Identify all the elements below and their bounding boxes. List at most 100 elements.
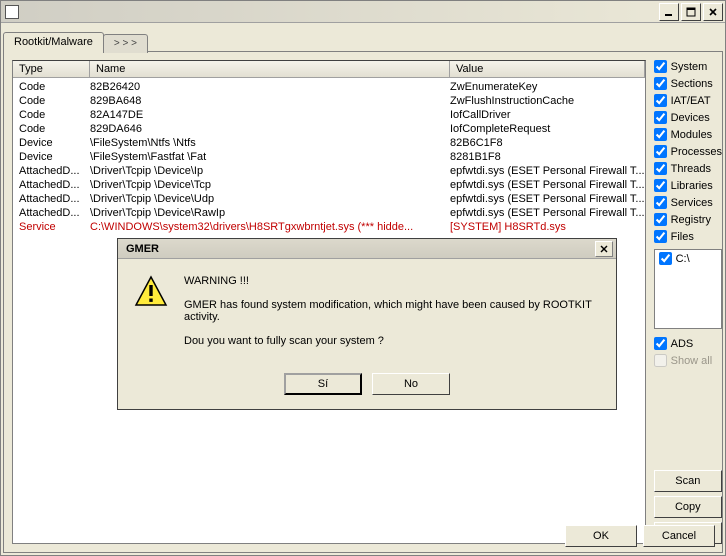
- chk-libraries[interactable]: Libraries: [654, 179, 722, 192]
- chk-modules[interactable]: Modules: [654, 128, 722, 141]
- chk-drive-c[interactable]: C:\: [659, 252, 717, 265]
- main-window: Rootkit/Malware > > > Type Name Value Co…: [0, 0, 726, 556]
- table-row[interactable]: AttachedD...\Driver\Tcpip \Device\Udpepf…: [13, 192, 645, 206]
- cell-name: 82A147DE: [90, 108, 450, 122]
- chk-services-label: Services: [671, 197, 713, 209]
- cell-name: \Driver\Tcpip \Device\Tcp: [90, 178, 450, 192]
- chk-ads-label: ADS: [671, 338, 694, 350]
- dialog-no-button[interactable]: No: [372, 373, 450, 395]
- table-row[interactable]: Code829BA648ZwFlushInstructionCache: [13, 94, 645, 108]
- table-row[interactable]: Code829DA646IofCompleteRequest: [13, 122, 645, 136]
- chk-processes-label: Processes: [671, 146, 722, 158]
- chk-libraries-input[interactable]: [654, 179, 667, 192]
- ok-button[interactable]: OK: [565, 525, 637, 547]
- cell-type: Code: [13, 94, 90, 108]
- table-row[interactable]: Code82B26420ZwEnumerateKey: [13, 80, 645, 94]
- warning-icon: [134, 275, 168, 309]
- cell-type: Device: [13, 136, 90, 150]
- chk-system-input[interactable]: [654, 60, 667, 73]
- cell-name: \Driver\Tcpip \Device\RawIp: [90, 206, 450, 220]
- col-name[interactable]: Name: [90, 61, 450, 77]
- table-row[interactable]: AttachedD...\Driver\Tcpip \Device\RawIpe…: [13, 206, 645, 220]
- chk-files-input[interactable]: [654, 230, 667, 243]
- chk-devices[interactable]: Devices: [654, 111, 722, 124]
- cell-type: Code: [13, 108, 90, 122]
- close-button[interactable]: [703, 3, 723, 21]
- col-value[interactable]: Value: [450, 61, 645, 77]
- chk-services-input[interactable]: [654, 196, 667, 209]
- tab-more[interactable]: > > >: [103, 34, 148, 53]
- table-row[interactable]: Device\FileSystem\Fastfat \Fat8281B1F8: [13, 150, 645, 164]
- chk-threads-input[interactable]: [654, 162, 667, 175]
- chk-devices-label: Devices: [671, 112, 710, 124]
- cancel-button[interactable]: Cancel: [643, 525, 715, 547]
- cell-name: 829BA648: [90, 94, 450, 108]
- cell-name: \FileSystem\Ntfs \Ntfs: [90, 136, 450, 150]
- table-row[interactable]: ServiceC:\WINDOWS\system32\drivers\H8SRT…: [13, 220, 645, 234]
- cell-value: ZwEnumerateKey: [450, 80, 645, 94]
- chk-files-label: Files: [671, 231, 694, 243]
- cell-name: C:\WINDOWS\system32\drivers\H8SRTgxwbrnt…: [90, 220, 450, 234]
- chk-drive-c-input[interactable]: [659, 252, 672, 265]
- cell-type: AttachedD...: [13, 206, 90, 220]
- chk-drive-c-label: C:\: [676, 253, 690, 265]
- chk-threads[interactable]: Threads: [654, 162, 722, 175]
- chk-sections[interactable]: Sections: [654, 77, 722, 90]
- cell-type: AttachedD...: [13, 178, 90, 192]
- cell-value: IofCallDriver: [450, 108, 645, 122]
- chk-threads-label: Threads: [671, 163, 711, 175]
- cell-type: Code: [13, 122, 90, 136]
- cell-name: 829DA646: [90, 122, 450, 136]
- list-header: Type Name Value: [13, 61, 645, 78]
- table-row[interactable]: Device\FileSystem\Ntfs \Ntfs82B6C1F8: [13, 136, 645, 150]
- chk-modules-input[interactable]: [654, 128, 667, 141]
- table-row[interactable]: AttachedD...\Driver\Tcpip \Device\Ipepfw…: [13, 164, 645, 178]
- cell-type: Service: [13, 220, 90, 234]
- cell-value: 82B6C1F8: [450, 136, 645, 150]
- dialog-close-button[interactable]: [595, 241, 613, 257]
- options-sidebar: System Sections IAT/EAT Devices Modules …: [654, 60, 722, 544]
- titlebar: [1, 1, 725, 23]
- chk-registry-label: Registry: [671, 214, 711, 226]
- chk-ads[interactable]: ADS: [654, 337, 722, 350]
- chk-libraries-label: Libraries: [671, 180, 713, 192]
- cell-value: 8281B1F8: [450, 150, 645, 164]
- scan-button[interactable]: Scan: [654, 470, 722, 492]
- cell-value: epfwtdi.sys (ESET Personal Firewall T...: [450, 178, 645, 192]
- cell-value: epfwtdi.sys (ESET Personal Firewall T...: [450, 192, 645, 206]
- chk-processes-input[interactable]: [654, 145, 667, 158]
- chk-modules-label: Modules: [671, 129, 713, 141]
- cell-type: AttachedD...: [13, 164, 90, 178]
- table-row[interactable]: Code82A147DEIofCallDriver: [13, 108, 645, 122]
- chk-ads-input[interactable]: [654, 337, 667, 350]
- cell-value: [SYSTEM] H8SRTd.sys: [450, 220, 645, 234]
- cell-name: \FileSystem\Fastfat \Fat: [90, 150, 450, 164]
- tab-strip: Rootkit/Malware > > >: [3, 29, 723, 51]
- chk-services[interactable]: Services: [654, 196, 722, 209]
- chk-files[interactable]: Files: [654, 230, 722, 243]
- chk-devices-input[interactable]: [654, 111, 667, 124]
- window-bottom-buttons: OK Cancel: [565, 521, 715, 547]
- chk-showall: Show all: [654, 354, 722, 367]
- dialog-yes-button[interactable]: Sí: [284, 373, 362, 395]
- drive-list[interactable]: C:\: [654, 249, 722, 329]
- dialog-heading: WARNING !!!: [184, 275, 600, 287]
- app-icon: [5, 5, 19, 19]
- chk-registry-input[interactable]: [654, 213, 667, 226]
- chk-processes[interactable]: Processes: [654, 145, 722, 158]
- chk-iat-input[interactable]: [654, 94, 667, 107]
- chk-registry[interactable]: Registry: [654, 213, 722, 226]
- chk-sections-label: Sections: [671, 78, 713, 90]
- copy-button[interactable]: Copy: [654, 496, 722, 518]
- table-row[interactable]: AttachedD...\Driver\Tcpip \Device\Tcpepf…: [13, 178, 645, 192]
- chk-iat[interactable]: IAT/EAT: [654, 94, 722, 107]
- col-type[interactable]: Type: [13, 61, 90, 77]
- cell-value: epfwtdi.sys (ESET Personal Firewall T...: [450, 206, 645, 220]
- warning-dialog: GMER WARNING !!! GMER has found system m…: [117, 238, 617, 410]
- dialog-line1: GMER has found system modification, whic…: [184, 299, 600, 323]
- tab-rootkit[interactable]: Rootkit/Malware: [3, 32, 104, 52]
- maximize-button[interactable]: [681, 3, 701, 21]
- minimize-button[interactable]: [659, 3, 679, 21]
- chk-system[interactable]: System: [654, 60, 722, 73]
- chk-sections-input[interactable]: [654, 77, 667, 90]
